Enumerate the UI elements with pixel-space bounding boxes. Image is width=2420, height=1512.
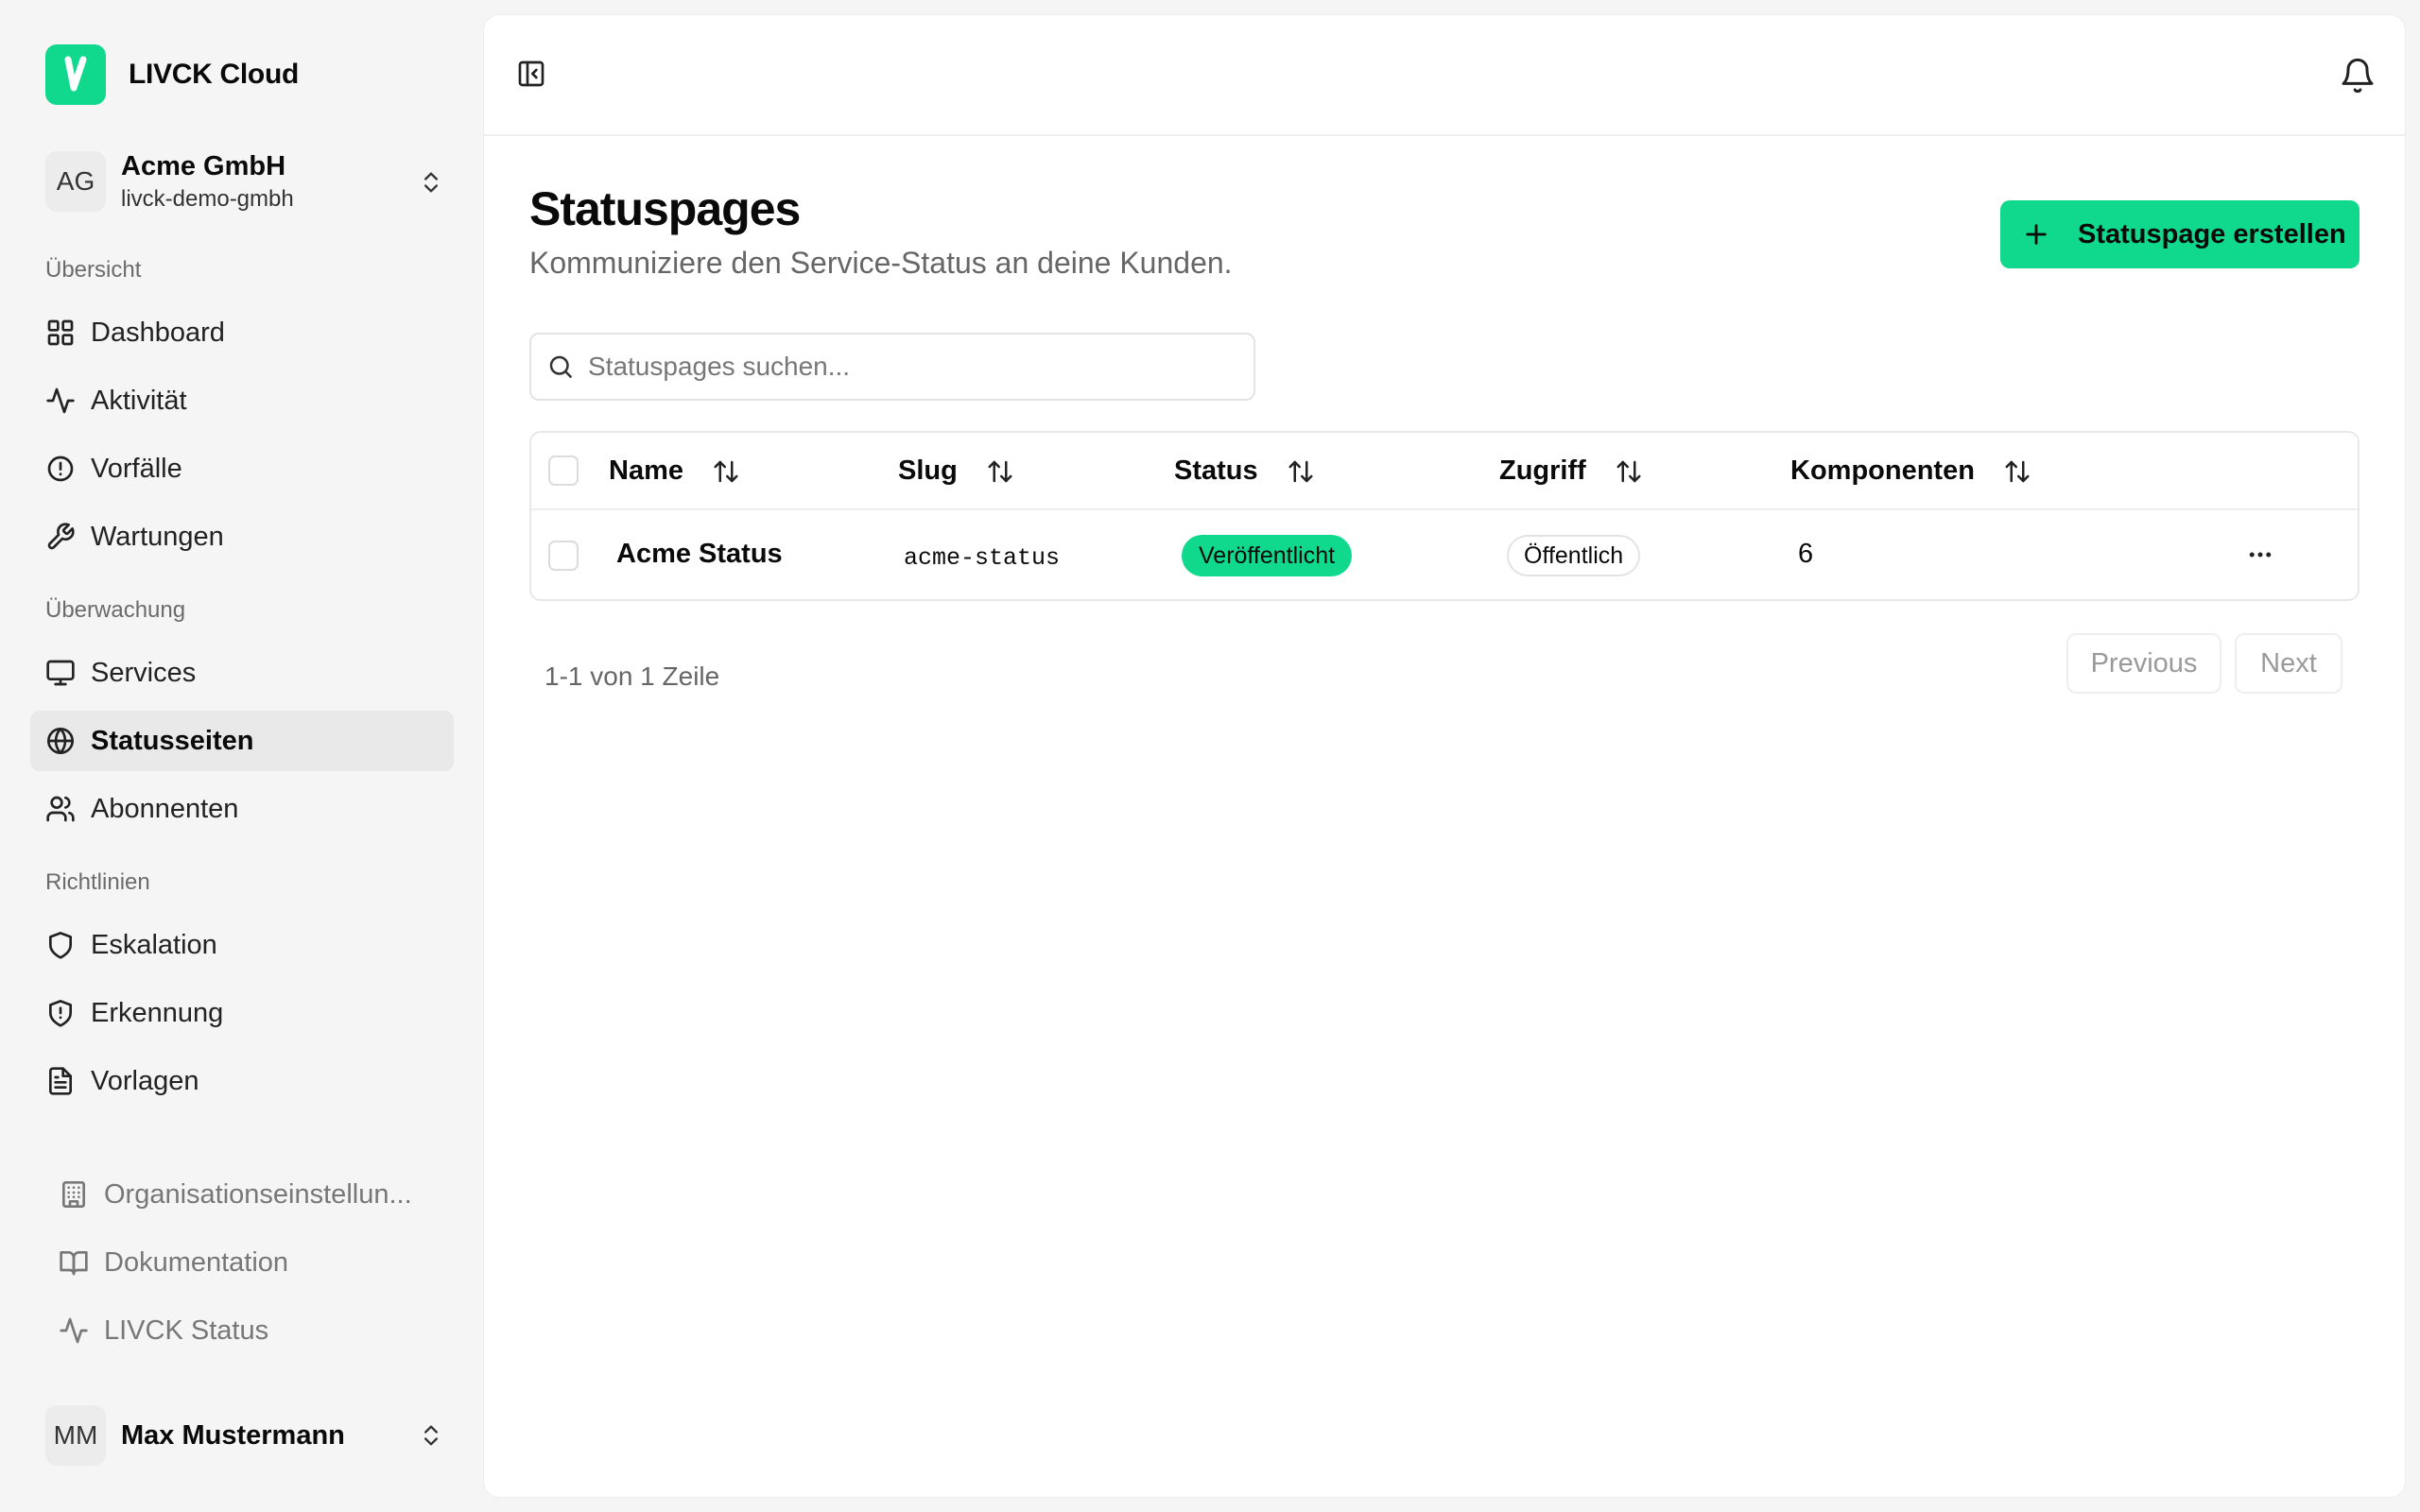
status-badge: Veröffentlicht	[1182, 535, 1353, 576]
user-switcher[interactable]: MM Max Mustermann	[45, 1405, 444, 1466]
more-horizontal-icon[interactable]	[2246, 541, 2274, 569]
org-avatar: AG	[45, 151, 106, 212]
column-header-label: Slug	[898, 455, 958, 486]
org-switcher[interactable]: AG Acme GmbH livck-demo-gmbh	[45, 146, 444, 216]
wrench-icon	[45, 522, 76, 552]
globe-icon	[45, 726, 76, 756]
sidebar-item-label: Dashboard	[91, 317, 225, 348]
row-count: 1-1 von 1 Zeile	[544, 662, 720, 691]
sidebar-item-label: Organisationseinstellun...	[104, 1178, 412, 1210]
search-box	[529, 333, 1255, 401]
plus-icon	[2023, 221, 2049, 248]
alert-circle-icon	[45, 454, 76, 484]
livck-logo-icon	[45, 44, 106, 105]
main-panel: Statuspages Kommuniziere den Service-Sta…	[484, 15, 2405, 1497]
create-statuspage-button[interactable]: Statuspage erstellen	[2000, 200, 2360, 268]
users-icon	[45, 794, 76, 824]
chevrons-up-down-icon	[418, 1422, 444, 1449]
sidebar-item-incidents[interactable]: Vorfälle	[30, 438, 454, 499]
sidebar-item-label: LIVCK Status	[104, 1314, 269, 1346]
sidebar-toggle-icon[interactable]	[516, 59, 546, 89]
brand[interactable]: LIVCK Cloud	[45, 44, 299, 105]
dashboard-icon	[45, 318, 76, 348]
create-button-label: Statuspage erstellen	[2078, 218, 2346, 249]
cell-components: 6	[1798, 539, 1814, 569]
search-icon	[546, 352, 575, 381]
sidebar-item-activity[interactable]: Aktivität	[30, 370, 454, 431]
table-header: Name Slug Status Zugriff Komponenten	[531, 433, 2358, 510]
column-header-name[interactable]: Name	[609, 455, 740, 487]
sidebar-item-label: Aktivität	[91, 385, 187, 416]
column-header-label: Zugriff	[1499, 455, 1586, 486]
statuspages-table: Name Slug Status Zugriff Komponenten Acm…	[529, 431, 2360, 601]
sidebar-item-livck-status[interactable]: LIVCK Status	[59, 1304, 268, 1357]
sidebar-item-services[interactable]: Services	[30, 643, 454, 703]
search-input[interactable]	[588, 352, 1212, 382]
column-header-label: Name	[609, 455, 683, 486]
shield-icon	[45, 930, 76, 960]
top-bar	[484, 15, 2405, 136]
sidebar-item-org-settings[interactable]: Organisationseinstellun...	[59, 1168, 412, 1221]
column-header-access[interactable]: Zugriff	[1499, 455, 1643, 487]
sidebar-item-statuspages[interactable]: Statusseiten	[30, 711, 454, 771]
sidebar-item-label: Vorfälle	[91, 453, 182, 484]
building-icon	[59, 1179, 89, 1210]
sidebar-item-label: Erkennung	[91, 997, 224, 1028]
column-header-components[interactable]: Komponenten	[1790, 455, 2031, 487]
next-page-button[interactable]: Next	[2235, 633, 2342, 694]
org-name: Acme GmbH	[121, 150, 286, 181]
sidebar-item-maintenance[interactable]: Wartungen	[30, 507, 454, 567]
access-badge: Öffentlich	[1507, 535, 1641, 576]
sidebar-item-label: Eskalation	[91, 929, 217, 960]
sidebar-item-label: Wartungen	[91, 521, 224, 552]
section-label-monitoring: Überwachung	[45, 597, 186, 623]
sort-icon	[1615, 457, 1643, 486]
chevrons-up-down-icon	[418, 169, 444, 196]
sidebar-item-label: Dokumentation	[104, 1246, 289, 1278]
column-header-status[interactable]: Status	[1174, 455, 1315, 487]
monitor-icon	[45, 658, 76, 688]
select-all-checkbox[interactable]	[548, 455, 579, 486]
sidebar-item-dashboard[interactable]: Dashboard	[30, 302, 454, 363]
shield-alert-icon	[45, 998, 76, 1028]
app-name: LIVCK Cloud	[129, 59, 300, 90]
activity-icon	[45, 386, 76, 416]
sort-icon	[1287, 457, 1315, 486]
sidebar-item-subscribers[interactable]: Abonnenten	[30, 779, 454, 839]
column-header-label: Komponenten	[1790, 455, 1975, 486]
sort-icon	[986, 457, 1014, 486]
bell-icon[interactable]	[2339, 57, 2377, 94]
page-title: Statuspages	[529, 182, 801, 235]
book-icon	[59, 1247, 89, 1278]
sidebar-item-templates[interactable]: Vorlagen	[30, 1051, 454, 1111]
row-checkbox[interactable]	[548, 541, 579, 571]
sort-icon	[712, 457, 740, 486]
sidebar: LIVCK Cloud AG Acme GmbH livck-demo-gmbh…	[0, 0, 484, 1512]
cell-name[interactable]: Acme Status	[616, 539, 783, 570]
sidebar-item-label: Vorlagen	[91, 1065, 199, 1096]
sidebar-item-escalation[interactable]: Eskalation	[30, 915, 454, 975]
user-name: Max Mustermann	[121, 1419, 345, 1451]
file-icon	[45, 1066, 76, 1096]
org-slug: livck-demo-gmbh	[121, 185, 294, 212]
activity-icon	[59, 1315, 89, 1346]
cell-slug: acme-status	[904, 544, 1061, 572]
previous-page-button[interactable]: Previous	[2066, 633, 2221, 694]
sidebar-item-label: Services	[91, 657, 197, 688]
sidebar-item-detection[interactable]: Erkennung	[30, 983, 454, 1043]
sidebar-item-documentation[interactable]: Dokumentation	[59, 1236, 288, 1289]
column-header-slug[interactable]: Slug	[898, 455, 1014, 487]
user-avatar: MM	[45, 1405, 106, 1466]
sidebar-item-label: Statusseiten	[91, 725, 254, 756]
column-header-label: Status	[1174, 455, 1258, 486]
sort-icon	[2003, 457, 2031, 486]
section-label-policies: Richtlinien	[45, 869, 150, 895]
sidebar-item-label: Abonnenten	[91, 793, 239, 824]
page-subtitle: Kommuniziere den Service-Status an deine…	[529, 246, 1233, 280]
table-row[interactable]: Acme Status acme-status Veröffentlicht Ö…	[531, 510, 2358, 599]
section-label-overview: Übersicht	[45, 257, 142, 283]
